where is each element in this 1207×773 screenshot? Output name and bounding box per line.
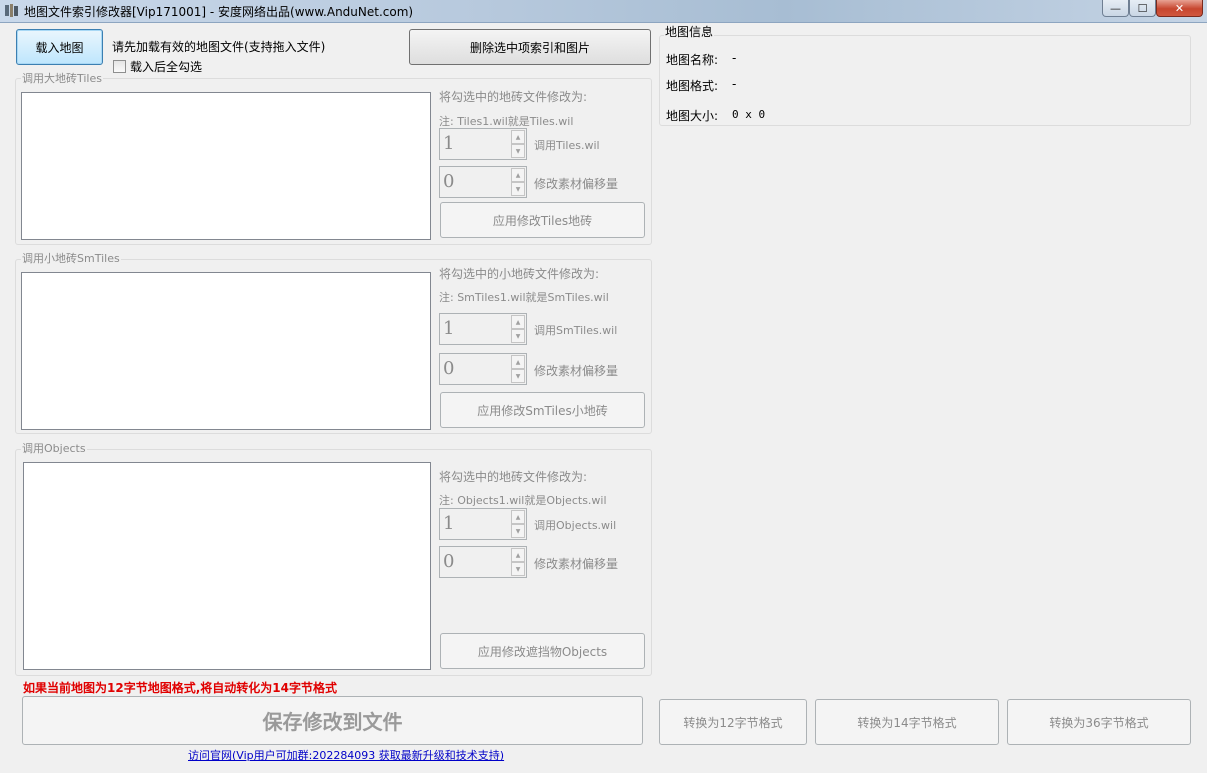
smtiles-offset-value: 0 [443,358,455,379]
close-button[interactable]: ✕ [1156,0,1203,17]
tiles-offset-label: 修改素材偏移量 [534,177,619,191]
tiles-index-value: 1 [443,133,455,154]
tiles-note: 注: Tiles1.wil就是Tiles.wil [439,115,574,128]
minimize-button[interactable]: — [1102,0,1129,17]
window-title: 地图文件索引修改器[Vip171001] - 安度网络出品(www.AnduNe… [24,5,414,19]
tiles-modify-label: 将勾选中的地砖文件修改为: [439,90,588,104]
objects-offset-spinner[interactable]: 0 ▲ ▼ [439,546,527,578]
spin-up-icon[interactable]: ▲ [511,548,525,562]
maximize-button[interactable]: ☐ [1129,0,1156,17]
map-name-label: 地图名称: [666,53,719,67]
select-all-label[interactable]: 载入后全勾选 [130,58,202,75]
tiles-offset-spinner[interactable]: 0 ▲ ▼ [439,166,527,198]
tiles-index-spinner[interactable]: 1 ▲ ▼ [439,128,527,160]
minimize-icon: — [1110,1,1121,15]
objects-index-label: 调用Objects.wil [534,519,617,532]
objects-modify-label: 将勾选中的地砖文件修改为: [439,470,588,484]
official-site-link[interactable]: 访问官网(Vip用户可加群:202284093 获取最新升级和技术支持) [188,747,504,763]
apply-tiles-button[interactable]: 应用修改Tiles地砖 [440,202,645,238]
tiles-offset-value: 0 [443,171,455,192]
spin-up-icon[interactable]: ▲ [511,130,525,144]
format-warning: 如果当前地图为12字节地图格式,将自动转化为14字节格式 [23,681,337,695]
spin-up-icon[interactable]: ▲ [511,168,525,182]
objects-offset-label: 修改素材偏移量 [534,557,619,571]
objects-index-spinner[interactable]: 1 ▲ ▼ [439,508,527,540]
load-hint: 请先加载有效的地图文件(支持拖入文件) [112,40,326,54]
objects-note: 注: Objects1.wil就是Objects.wil [439,494,607,507]
map-size-value: 0 x 0 [732,108,766,121]
map-name-value: - [732,51,737,65]
smtiles-index-spinner[interactable]: 1 ▲ ▼ [439,313,527,345]
load-map-button[interactable]: 载入地图 [16,29,103,65]
smtiles-index-value: 1 [443,318,455,339]
spin-up-icon[interactable]: ▲ [511,510,525,524]
close-icon: ✕ [1174,1,1185,15]
apply-objects-button[interactable]: 应用修改遮挡物Objects [440,633,645,669]
smtiles-legend: 调用小地砖SmTiles [21,252,121,265]
apply-smtiles-button[interactable]: 应用修改SmTiles小地砖 [440,392,645,428]
tiles-legend: 调用大地砖Tiles [21,72,103,85]
smtiles-offset-spinner[interactable]: 0 ▲ ▼ [439,353,527,385]
tiles-list[interactable] [21,92,431,240]
title-bar[interactable]: 地图文件索引修改器[Vip171001] - 安度网络出品(www.AnduNe… [0,0,1207,23]
convert-12-button[interactable]: 转换为12字节格式 [659,699,807,745]
spin-down-icon[interactable]: ▼ [511,329,525,343]
spin-up-icon[interactable]: ▲ [511,355,525,369]
smtiles-offset-label: 修改素材偏移量 [534,364,619,378]
objects-offset-value: 0 [443,551,455,572]
spin-down-icon[interactable]: ▼ [511,144,525,158]
smtiles-index-label: 调用SmTiles.wil [534,324,618,337]
spin-down-icon[interactable]: ▼ [511,182,525,196]
objects-index-value: 1 [443,513,455,534]
spin-down-icon[interactable]: ▼ [511,524,525,538]
map-format-value: - [732,77,737,91]
convert-36-button[interactable]: 转换为36字节格式 [1007,699,1191,745]
spin-down-icon[interactable]: ▼ [511,369,525,383]
spin-down-icon[interactable]: ▼ [511,562,525,576]
maximize-icon: ☐ [1137,1,1148,15]
map-format-label: 地图格式: [666,79,719,93]
save-button[interactable]: 保存修改到文件 [22,696,643,745]
map-size-label: 地图大小: [666,109,719,123]
delete-selected-button[interactable]: 删除选中项索引和图片 [409,29,651,65]
smtiles-note: 注: SmTiles1.wil就是SmTiles.wil [439,291,609,304]
convert-14-button[interactable]: 转换为14字节格式 [815,699,999,745]
select-all-checkbox[interactable] [113,60,126,73]
map-info-legend: 地图信息 [664,25,715,39]
spin-up-icon[interactable]: ▲ [511,315,525,329]
objects-legend: 调用Objects [21,442,87,455]
objects-list[interactable] [23,462,431,670]
smtiles-modify-label: 将勾选中的小地砖文件修改为: [439,267,600,281]
tiles-index-label: 调用Tiles.wil [534,139,600,152]
smtiles-list[interactable] [21,272,431,430]
app-icon [5,4,18,17]
